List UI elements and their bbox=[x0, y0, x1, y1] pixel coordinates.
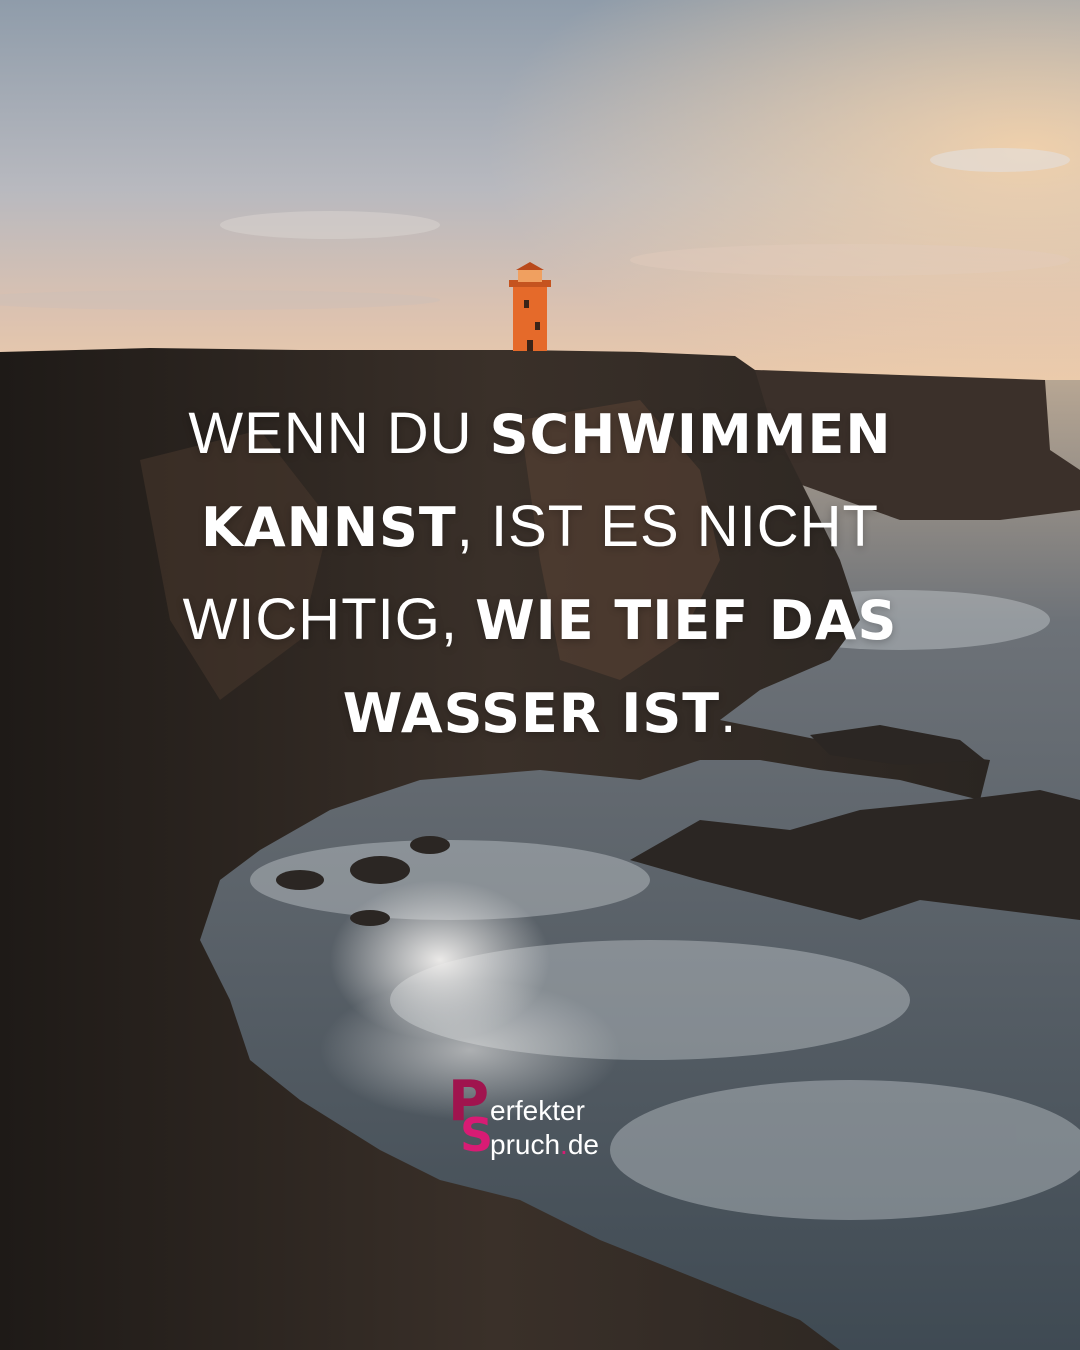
logo-text-bottom: pruch.de bbox=[490, 1130, 599, 1160]
logo-tld: de bbox=[567, 1129, 599, 1160]
logo-word: pruch bbox=[490, 1129, 561, 1160]
quote-text: Wenn du schwimmen kannst, ist es nicht w… bbox=[60, 388, 1020, 760]
quote-line-3: wichtig, wie tief das bbox=[60, 574, 1020, 667]
logo-dot: . bbox=[560, 1129, 568, 1160]
quote-segment-emphasis: Wasser ist bbox=[342, 682, 721, 745]
quote-segment-emphasis: kannst bbox=[201, 496, 457, 559]
logo-letter-s: S bbox=[460, 1108, 494, 1162]
quote-segment: Wenn du bbox=[188, 401, 490, 466]
quote-line-1: Wenn du schwimmen bbox=[60, 388, 1020, 481]
quote-line-4: Wasser ist. bbox=[60, 667, 1020, 760]
quote-segment-emphasis: wie tief das bbox=[475, 589, 898, 652]
quote-segment: , ist es nicht bbox=[456, 494, 879, 559]
quote-segment: wichtig, bbox=[182, 587, 476, 652]
quote-segment: . bbox=[720, 680, 738, 745]
quote-image: Wenn du schwimmen kannst, ist es nicht w… bbox=[0, 0, 1080, 1350]
perfektspruch-logo: P S erfekter pruch.de bbox=[446, 1074, 646, 1174]
logo-text-top: erfekter bbox=[490, 1095, 585, 1126]
quote-segment-emphasis: schwimmen bbox=[489, 403, 892, 466]
quote-line-2: kannst, ist es nicht bbox=[60, 481, 1020, 574]
